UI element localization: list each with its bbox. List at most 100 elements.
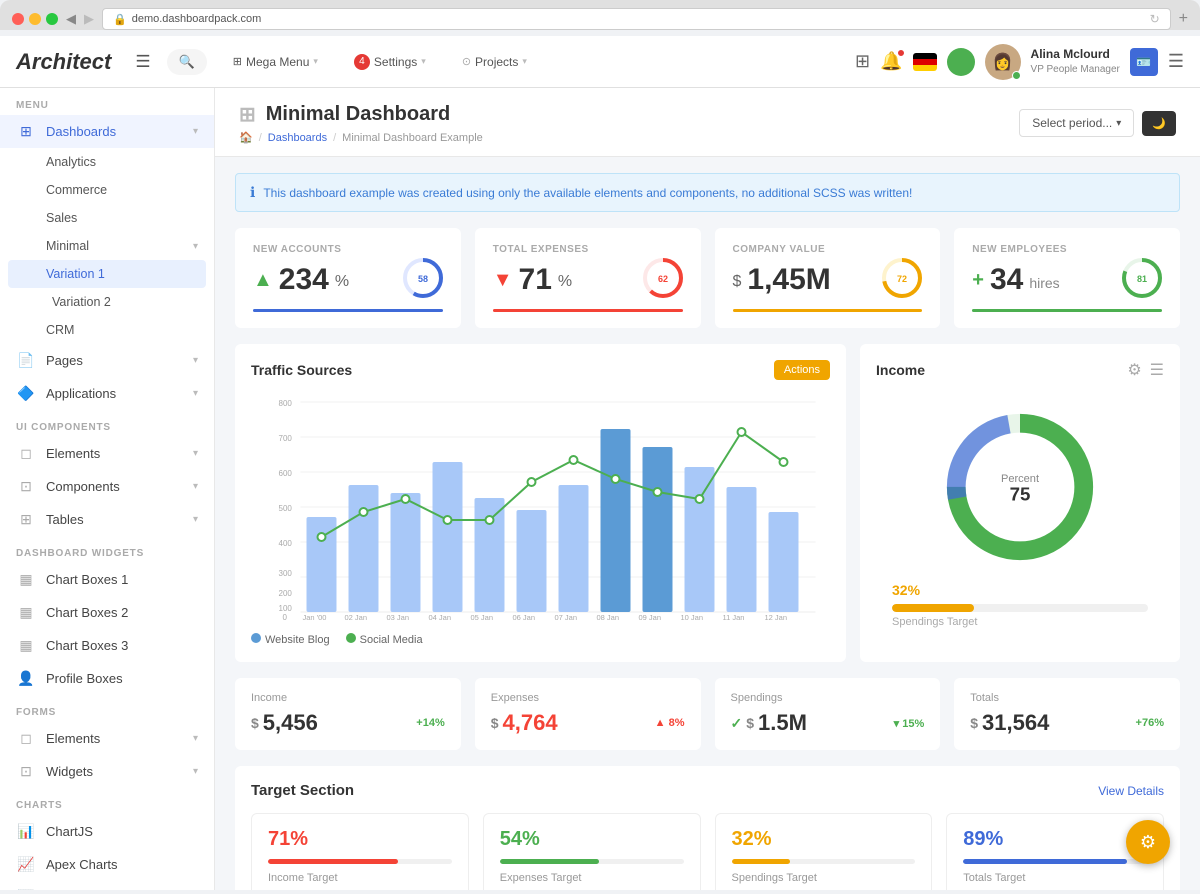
svg-text:300: 300 <box>279 569 293 578</box>
bookmark-icon: ⊙ <box>462 55 471 68</box>
svg-text:400: 400 <box>279 539 293 548</box>
close-dot[interactable] <box>12 13 24 25</box>
svg-text:09 Jan: 09 Jan <box>639 613 662 622</box>
gear-button[interactable]: ⚙ <box>1127 360 1141 380</box>
browser-forward-icon[interactable]: ▶ <box>84 11 94 27</box>
stat-arrow-up: ▲ <box>253 269 273 292</box>
sidebar-item-chart-sparklines[interactable]: 📉 Chart Sparklines <box>0 881 214 890</box>
sidebar-item-apex-charts[interactable]: 📈 Apex Charts <box>0 848 214 881</box>
sidebar-section-widgets: DASHBOARD WIDGETS <box>0 536 214 563</box>
maximize-dot[interactable] <box>46 13 58 25</box>
income-change: +14% <box>416 717 444 729</box>
fab-button[interactable]: ⚙ <box>1126 820 1170 864</box>
search-box[interactable]: 🔍 <box>167 49 207 75</box>
settings-button[interactable]: 4 Settings ▾ <box>344 49 436 75</box>
sidebar-item-dashboards[interactable]: ⊞ Dashboards ▾ <box>0 115 214 148</box>
sidebar-item-form-widgets[interactable]: ⊡ Widgets ▾ <box>0 755 214 788</box>
chevron-down-icon: ▾ <box>421 56 426 67</box>
target-section-title: Target Section <box>251 782 354 799</box>
refresh-icon[interactable]: ↻ <box>1150 12 1160 26</box>
projects-button[interactable]: ⊙ Projects ▾ <box>452 50 537 74</box>
sidebar-item-chart-boxes-1[interactable]: ▦ Chart Boxes 1 <box>0 563 214 596</box>
sidebar-item-chart-boxes-3[interactable]: ▦ Chart Boxes 3 <box>0 629 214 662</box>
applications-icon: 🔷 <box>16 385 36 402</box>
stat-new-accounts: NEW ACCOUNTS ▲ 234 % 58 <box>235 228 461 328</box>
svg-text:200: 200 <box>279 589 293 598</box>
top-nav: Architect ☰ 🔍 ⊞ Mega Menu ▾ 4 Settings ▾… <box>0 36 1200 88</box>
sidebar-sub-crm[interactable]: CRM <box>0 316 214 344</box>
chart-legend: Website Blog Social Media <box>251 633 830 646</box>
hamburger-button[interactable]: ☰ <box>135 52 150 72</box>
spendings-change: ▾ 15% <box>894 717 925 730</box>
dark-toggle-button[interactable]: 🌙 <box>1142 111 1176 136</box>
form-widgets-icon: ⊡ <box>16 763 36 780</box>
menu-dots-button[interactable]: ☰ <box>1150 360 1164 380</box>
sidebar-item-chart-boxes-2[interactable]: ▦ Chart Boxes 2 <box>0 596 214 629</box>
sidebar-item-elements[interactable]: ◻ Elements ▾ <box>0 437 214 470</box>
user-avatar[interactable]: 👩 <box>985 44 1021 80</box>
stat-new-employees: NEW EMPLOYEES + 34 hires 81 <box>954 228 1180 328</box>
sidebar-item-applications[interactable]: 🔷 Applications ▾ <box>0 377 214 410</box>
dashboard-icon: ⊞ <box>16 123 36 140</box>
svg-text:04 Jan: 04 Jan <box>429 613 452 622</box>
mega-menu-button[interactable]: ⊞ Mega Menu ▾ <box>223 50 328 74</box>
select-period-button[interactable]: Select period... ▾ <box>1019 109 1134 137</box>
more-menu-icon[interactable]: ☰ <box>1168 51 1184 72</box>
spendings-check-icon: ✓ <box>731 715 743 732</box>
sidebar-item-profile-boxes[interactable]: 👤 Profile Boxes <box>0 662 214 695</box>
donut-chart-svg: Percent 75 <box>935 402 1105 572</box>
sidebar-sub-analytics[interactable]: Analytics <box>0 148 214 176</box>
stat-circle-employees: 81 <box>1120 256 1164 300</box>
user-info: Alina Mclourd VP People Manager <box>1031 47 1120 76</box>
chart-box-icon: ▦ <box>16 604 36 621</box>
target-spendings: 32% Spendings Target <box>715 813 933 890</box>
svg-text:02 Jan: 02 Jan <box>345 613 368 622</box>
chevron-icon: ▾ <box>193 241 198 252</box>
home-icon[interactable]: 🏠 <box>239 131 253 144</box>
svg-text:06 Jan: 06 Jan <box>513 613 536 622</box>
page-header: ⊞ Minimal Dashboard 🏠 / Dashboards / Min… <box>215 88 1200 157</box>
svg-text:03 Jan: 03 Jan <box>387 613 410 622</box>
nav-right: ⊞ 🔔 👩 Alina Mclourd VP People Manager 🪪 … <box>855 44 1184 80</box>
sidebar-sub-sales[interactable]: Sales <box>0 204 214 232</box>
search-icon: 🔍 <box>179 54 195 70</box>
svg-text:100: 100 <box>279 604 293 613</box>
svg-text:07 Jan: 07 Jan <box>555 613 578 622</box>
sidebar-item-components[interactable]: ⊡ Components ▾ <box>0 470 214 503</box>
info-banner: ℹ This dashboard example was created usi… <box>235 173 1180 212</box>
chevron-down-icon: ▾ <box>1116 118 1121 129</box>
chartjs-icon: 📊 <box>16 823 36 840</box>
sidebar-item-chartjs[interactable]: 📊 ChartJS <box>0 815 214 848</box>
breadcrumb-dashboards[interactable]: Dashboards <box>268 132 327 144</box>
sidebar-sub-minimal[interactable]: Minimal ▾ <box>0 232 214 260</box>
sidebar-item-tables[interactable]: ⊞ Tables ▾ <box>0 503 214 536</box>
page-title: ⊞ Minimal Dashboard <box>239 102 483 127</box>
stat-circle-company: 72 <box>880 256 924 300</box>
chevron-icon: ▾ <box>193 766 198 777</box>
stat-total-expenses: TOTAL EXPENSES ▼ 71 % 62 <box>475 228 701 328</box>
sidebar-item-pages[interactable]: 📄 Pages ▾ <box>0 344 214 377</box>
actions-button[interactable]: Actions <box>774 360 830 380</box>
svg-text:0: 0 <box>283 613 288 622</box>
online-indicator <box>1012 71 1021 80</box>
notification-bell[interactable]: 🔔 <box>880 51 902 72</box>
breadcrumb-current: Minimal Dashboard Example <box>342 132 483 144</box>
new-tab-icon[interactable]: + <box>1179 10 1188 28</box>
sidebar-sub-commerce[interactable]: Commerce <box>0 176 214 204</box>
flag-de[interactable] <box>913 53 937 71</box>
apex-charts-icon: 📈 <box>16 856 36 873</box>
browser-url-bar[interactable]: 🔒 demo.dashboardpack.com ↻ <box>102 8 1171 30</box>
grid-apps-icon[interactable]: ⊞ <box>855 51 870 72</box>
income-chart-title: Income <box>876 362 925 378</box>
minimize-dot[interactable] <box>29 13 41 25</box>
sidebar-item-form-elements[interactable]: ◻ Elements ▾ <box>0 722 214 755</box>
view-details-link[interactable]: View Details <box>1098 784 1164 798</box>
sidebar-sub-variation1[interactable]: Variation 1 <box>8 260 206 288</box>
flag-green[interactable] <box>947 48 975 76</box>
svg-text:800: 800 <box>279 399 293 408</box>
user-card-button[interactable]: 🪪 <box>1130 48 1158 76</box>
browser-back-icon[interactable]: ◀ <box>66 11 76 27</box>
sidebar-sub-variation2[interactable]: Variation 2 <box>0 288 214 316</box>
info-icon: ℹ <box>250 184 255 201</box>
pages-icon: 📄 <box>16 352 36 369</box>
